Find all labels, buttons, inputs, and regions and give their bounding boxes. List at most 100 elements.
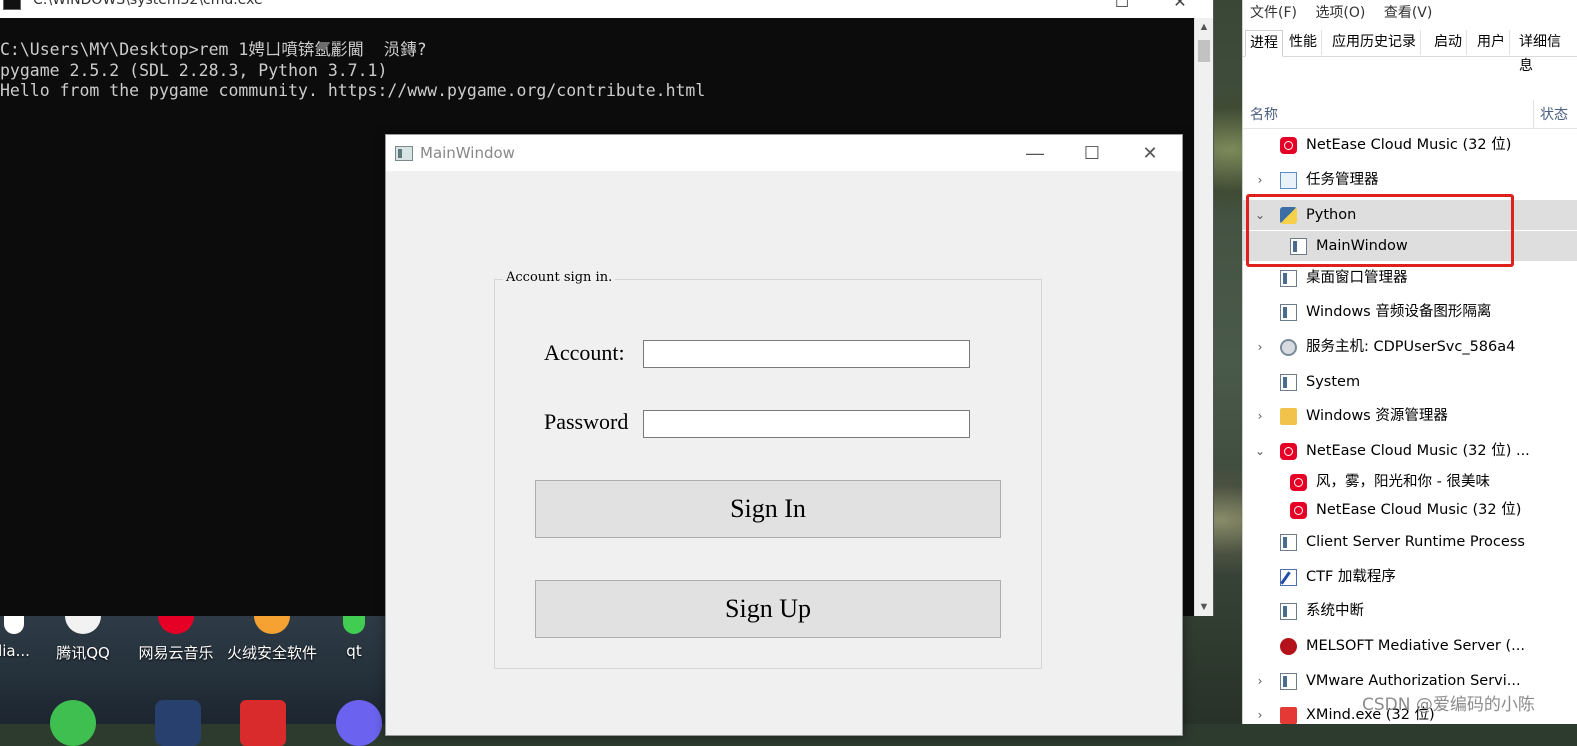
app-icon-red[interactable] (240, 700, 286, 746)
process-list-header: 名称 状态 (1243, 100, 1577, 129)
tab-app-history[interactable]: 应用历史记录 (1328, 30, 1421, 55)
wechat-icon[interactable] (50, 700, 96, 746)
task-manager-tabs: 进程 性能 应用历史记录 启动 用户 详细信息 (1243, 30, 1577, 74)
scroll-thumb[interactable] (1198, 40, 1210, 62)
process-name: Client Server Runtime Process (1306, 534, 1525, 550)
account-input[interactable] (643, 340, 970, 368)
expand-chevron-icon[interactable]: › (1253, 401, 1267, 431)
close-icon[interactable]: ✕ (1157, 0, 1203, 18)
column-name[interactable]: 名称 (1250, 104, 1278, 124)
window-icon (1280, 304, 1297, 321)
maximize-icon[interactable]: ☐ (1072, 139, 1112, 167)
process-row[interactable]: System (1243, 367, 1577, 397)
task-manager-window[interactable]: 文件(F) 选项(O) 查看(V) 进程 性能 应用历史记录 启动 用户 详细信… (1242, 0, 1577, 724)
process-row[interactable]: 桌面窗口管理器 (1243, 263, 1577, 293)
maximize-icon[interactable]: ☐ (1099, 0, 1145, 18)
desktop-icon-qq[interactable]: 腾讯QQ (50, 612, 116, 672)
expand-chevron-icon[interactable]: › (1253, 666, 1267, 696)
desktop-icon-qt[interactable]: qt (334, 612, 374, 672)
process-row[interactable]: ⌄ NetEase Cloud Music (32 位) ... (1243, 436, 1577, 466)
folder-icon (1280, 408, 1297, 425)
desktop-icon-label: lia... (0, 642, 30, 660)
process-row[interactable]: NetEase Cloud Music (32 位) (1243, 130, 1577, 160)
process-name: 系统中断 (1306, 603, 1364, 619)
menu-options[interactable]: 选项(O) (1315, 5, 1365, 21)
expand-chevron-icon[interactable]: › (1253, 332, 1267, 362)
menu-file[interactable]: 文件(F) (1250, 5, 1297, 21)
process-name: 桌面窗口管理器 (1306, 270, 1408, 286)
desktop-icon-label: 腾讯QQ (56, 644, 110, 662)
process-row[interactable]: 系统中断 (1243, 596, 1577, 626)
expand-chevron-icon[interactable]: › (1253, 700, 1267, 730)
gear-icon (1280, 339, 1297, 356)
expand-chevron-icon[interactable]: ⌄ (1253, 436, 1267, 466)
watermark: CSDN @爱编码的小陈 (1362, 695, 1535, 715)
process-name: NetEase Cloud Music (32 位) ... (1306, 443, 1530, 459)
cmd-line: Hello from the pygame community. https:/… (0, 81, 706, 100)
process-row[interactable]: › 任务管理器 (1243, 165, 1577, 195)
process-row[interactable]: NetEase Cloud Music (32 位) (1243, 495, 1577, 525)
tab-users[interactable]: 用户 (1473, 30, 1510, 55)
close-icon[interactable]: ✕ (1130, 139, 1170, 167)
sign-in-button[interactable]: Sign In (535, 480, 1001, 538)
cmd-icon (3, 0, 21, 10)
netease-icon (1280, 443, 1297, 460)
ctf-icon (1280, 569, 1297, 586)
password-label: Password (544, 409, 629, 434)
cmd-scrollbar[interactable]: ▲ ▼ (1194, 18, 1213, 616)
desktop-icon-label: qt (346, 642, 362, 660)
expand-chevron-icon[interactable]: › (1253, 165, 1267, 195)
tab-processes[interactable]: 进程 (1245, 30, 1283, 57)
tab-details[interactable]: 详细信息 (1515, 30, 1577, 74)
column-status[interactable]: 状态 (1540, 104, 1568, 124)
column-divider[interactable] (1533, 100, 1534, 128)
sign-up-button[interactable]: Sign Up (535, 580, 1001, 638)
main-window[interactable]: MainWindow — ☐ ✕ Account sign in. Accoun… (385, 134, 1183, 736)
window-icon (1280, 374, 1297, 391)
groupbox-title: Account sign in. (503, 270, 616, 285)
main-window-title: MainWindow (420, 144, 515, 162)
desktop-icon-huorong[interactable]: 火绒安全软件 (224, 612, 320, 672)
window-icon (1280, 534, 1297, 551)
process-name: MELSOFT Mediative Server (... (1306, 638, 1525, 654)
process-name: Windows 资源管理器 (1306, 408, 1448, 424)
process-row[interactable]: › Windows 资源管理器 (1243, 401, 1577, 431)
cmd-output[interactable]: C:\Users\MY\Desktop>rem 1娉ㄩ噴锛氬彲閫 涢鏄? pyga… (0, 40, 705, 102)
melsoft-icon (1280, 638, 1297, 655)
desktop-icon-netease[interactable]: 网易云音乐 (136, 612, 216, 672)
process-name: Windows 音频设备图形隔离 (1306, 304, 1492, 320)
highlight-box (1246, 194, 1514, 267)
process-row[interactable]: Client Server Runtime Process (1243, 527, 1577, 557)
window-icon (1280, 270, 1297, 287)
tab-performance[interactable]: 性能 (1285, 30, 1322, 55)
process-name: System (1306, 374, 1361, 390)
process-row[interactable]: MELSOFT Mediative Server (... (1243, 631, 1577, 661)
process-name: 服务主机: CDPUserSvc_586a4 (1306, 339, 1516, 355)
desktop-icon-label: 网易云音乐 (138, 644, 214, 662)
process-name: CTF 加载程序 (1306, 569, 1396, 585)
process-name: 任务管理器 (1306, 172, 1379, 188)
desktop-icon-lia[interactable]: lia... (0, 612, 34, 672)
process-row[interactable]: Windows 音频设备图形隔离 (1243, 297, 1577, 327)
tab-startup[interactable]: 启动 (1430, 30, 1467, 55)
task-manager-menu: 文件(F) 选项(O) 查看(V) (1250, 2, 1446, 22)
netease-icon (1290, 474, 1307, 491)
menu-view[interactable]: 查看(V) (1384, 5, 1433, 21)
task-manager-icon (1280, 172, 1297, 189)
account-label: Account: (544, 340, 625, 365)
cmd-title-bar[interactable]: C:\WINDOWS\system32\cmd.exe ☐ ✕ (0, 0, 1213, 18)
window-icon (1280, 603, 1297, 620)
main-window-title-bar[interactable]: MainWindow — ☐ ✕ (386, 135, 1182, 171)
app-icon-purple[interactable] (336, 700, 382, 746)
netease-icon (1280, 137, 1297, 154)
process-row[interactable]: CTF 加载程序 (1243, 562, 1577, 592)
scroll-down-icon[interactable]: ▼ (1195, 598, 1213, 616)
window-icon (1280, 673, 1297, 690)
password-input[interactable] (643, 410, 970, 438)
scroll-up-icon[interactable]: ▲ (1195, 18, 1213, 36)
process-row[interactable]: › 服务主机: CDPUserSvc_586a4 (1243, 332, 1577, 362)
netease-icon (1290, 502, 1307, 519)
app-icon-cat[interactable] (155, 700, 201, 746)
minimize-icon[interactable]: — (1015, 139, 1055, 167)
process-row[interactable]: 风，雾，阳光和你 - 很美味 (1243, 467, 1577, 497)
